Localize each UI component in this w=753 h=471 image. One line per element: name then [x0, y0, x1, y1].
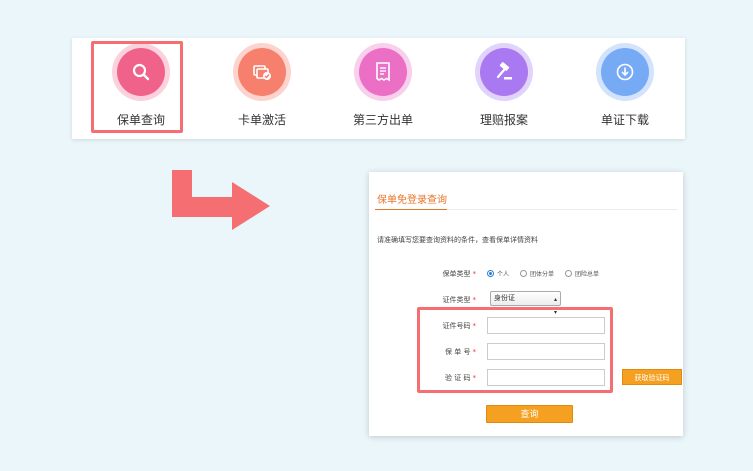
nav-item-label: 理赔报案 [479, 113, 528, 127]
nav-icon-ring [233, 43, 291, 101]
card-check-icon [238, 48, 286, 96]
form-description: 请准确填写您要查询资料的条件，查看保单详情资料 [377, 236, 538, 244]
nav-icon-ring [354, 43, 412, 101]
policy-type-label: 保单类型 * [442, 270, 477, 278]
title-underline [375, 209, 447, 210]
gavel-icon [480, 48, 528, 96]
nav-icon-ring [596, 43, 654, 101]
radio-group-master[interactable]: 团险总单 [565, 269, 599, 278]
form-title: 保单免登录查询 [377, 195, 447, 206]
arrow-right-icon [172, 170, 270, 230]
nav-item-label: 第三方出单 [352, 113, 413, 127]
nav-item-label: 卡单激活 [237, 113, 286, 127]
highlight-box-policy-query [91, 41, 183, 133]
radio-button[interactable] [520, 270, 527, 277]
radio-group-sub[interactable]: 团体分单 [520, 269, 554, 278]
radio-button[interactable] [487, 270, 494, 277]
nav-item-card-activation[interactable]: 卡单激活 [207, 38, 317, 139]
id-type-select[interactable]: 身份证 ▴ ▾ [490, 291, 561, 316]
nav-item-document-download[interactable]: 单证下载 [570, 38, 680, 139]
nav-item-label: 单证下载 [600, 113, 649, 127]
nav-icon-ring [475, 43, 533, 101]
radio-individual[interactable]: 个人 [487, 269, 509, 278]
nav-item-claim-report[interactable]: 理赔报案 [449, 38, 559, 139]
radio-button[interactable] [565, 270, 572, 277]
id-type-label: 证件类型 * [442, 296, 477, 304]
get-captcha-button[interactable]: 获取验证码 [622, 369, 682, 385]
highlight-box-form-fields [417, 307, 613, 393]
receipt-icon [359, 48, 407, 96]
query-button[interactable]: 查询 [486, 405, 573, 423]
download-icon [601, 48, 649, 96]
nav-item-third-party-issue[interactable]: 第三方出单 [328, 38, 438, 139]
policy-query-form: 保单免登录查询 请准确填写您要查询资料的条件，查看保单详情资料 保单类型 * 个人… [369, 172, 683, 436]
